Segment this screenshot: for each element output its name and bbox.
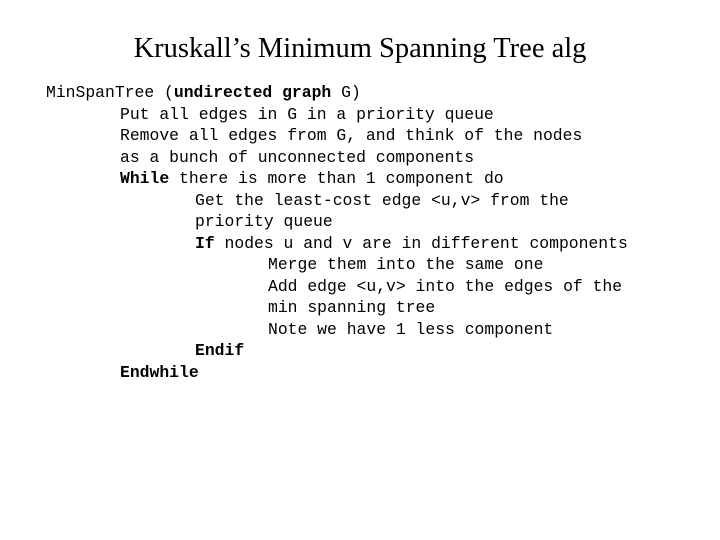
pseudocode-keyword: undirected graph [173, 83, 332, 102]
pseudocode-line: as a bunch of unconnected components [46, 147, 716, 169]
pseudocode-line: MinSpanTree (undirected graph G) [46, 82, 716, 104]
pseudocode-line: priority queue [46, 211, 716, 233]
pseudocode-keyword: If [195, 233, 215, 253]
pseudocode-text: G) [331, 83, 361, 102]
pseudocode-line: While there is more than 1 component do [46, 168, 716, 190]
pseudocode-line: Endwhile [46, 362, 716, 384]
pseudocode-line: Remove all edges from G, and think of th… [46, 125, 716, 147]
pseudocode-line: Endif [46, 340, 716, 362]
pseudocode-text: there is more than 1 component do [169, 169, 504, 188]
pseudocode-line: Get the least-cost edge <u,v> from the [46, 190, 716, 212]
pseudocode-text: as a bunch of unconnected components [120, 147, 475, 167]
pseudocode-text: Remove all edges from G, and think of th… [120, 126, 583, 145]
pseudocode-text: priority queue [195, 212, 333, 231]
pseudocode-keyword: Endif [195, 341, 245, 360]
pseudocode-text: Put all edges in G in a priority queue [120, 104, 494, 124]
pseudocode-line: Put all edges in G in a priority queue [46, 104, 716, 126]
presentation-slide: Kruskall’s Minimum Spanning Tree alg Min… [0, 0, 720, 540]
pseudocode-text: Get the least-cost edge <u,v> from the [195, 190, 569, 210]
pseudocode-line: If nodes u and v are in different compon… [46, 233, 716, 255]
pseudocode-text: Note we have 1 less component [268, 319, 554, 339]
pseudocode-block: MinSpanTree (undirected graph G) Put all … [46, 82, 716, 383]
pseudocode-text: MinSpanTree ( [46, 83, 174, 102]
pseudocode-line: Note we have 1 less component [46, 319, 716, 341]
pseudocode-line: Merge them into the same one [46, 254, 716, 276]
pseudocode-keyword: Endwhile [120, 362, 199, 382]
page-title: Kruskall’s Minimum Spanning Tree alg [133, 33, 587, 64]
pseudocode-text: min spanning tree [268, 298, 436, 317]
pseudocode-text: nodes u and v are in different component… [214, 233, 628, 253]
pseudocode-text: Merge them into the same one [268, 255, 544, 274]
pseudocode-keyword: While [120, 169, 170, 188]
pseudocode-line: Add edge <u,v> into the edges of the [46, 276, 716, 298]
pseudocode-text: Add edge <u,v> into the edges of the [268, 276, 623, 296]
pseudocode-line: min spanning tree [46, 297, 716, 319]
